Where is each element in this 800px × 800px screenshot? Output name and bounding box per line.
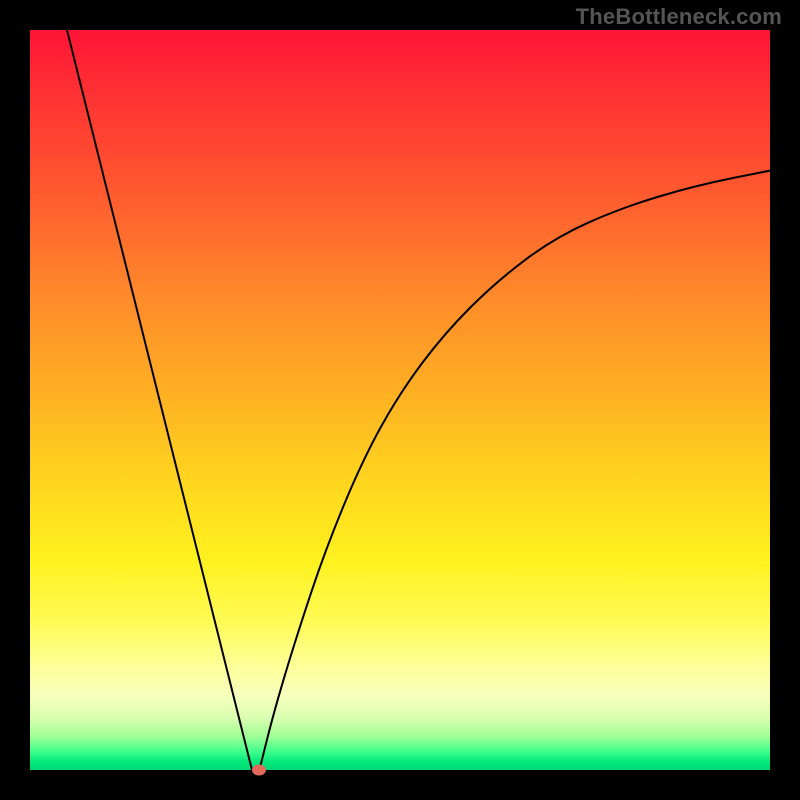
- curve-path: [67, 30, 770, 770]
- bottleneck-curve: [30, 30, 770, 770]
- plot-area: [30, 30, 770, 770]
- optimum-marker: [252, 765, 266, 776]
- watermark-text: TheBottleneck.com: [576, 4, 782, 30]
- chart-frame: TheBottleneck.com: [0, 0, 800, 800]
